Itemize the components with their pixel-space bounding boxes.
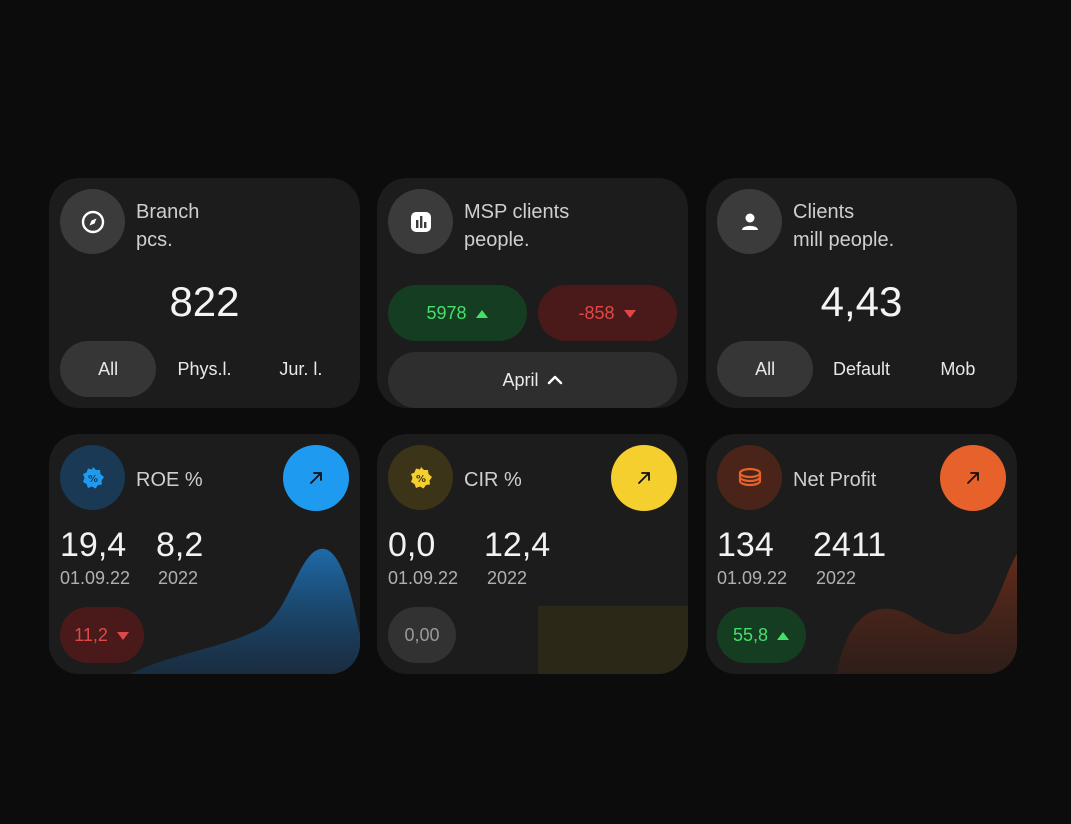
net-profit-value-year: 2411 <box>813 526 887 564</box>
net-profit-date-label: 01.09.22 <box>717 568 788 588</box>
triangle-up-icon <box>776 625 790 646</box>
roe-value-year: 8,2 <box>156 526 204 564</box>
cir-value-year: 12,4 <box>484 526 551 564</box>
arrow-up-right-icon <box>310 472 322 484</box>
card-title: MSP clients people. <box>464 201 570 251</box>
clients-card: Clients mill people. 4,43 All Default Mo… <box>706 178 1017 408</box>
card-title: CIR % <box>464 469 522 491</box>
cir-value-current: 0,0 <box>388 526 436 564</box>
net-profit-area-chart <box>837 554 1017 674</box>
month-selector[interactable]: April <box>388 352 677 408</box>
cir-card: % CIR % 0,0 01.09.22 12,4 2022 0,00 <box>377 434 688 674</box>
percent-badge-icon: % <box>388 445 453 510</box>
tab-all[interactable]: All <box>717 341 814 397</box>
tab-default[interactable]: Default <box>813 341 909 397</box>
card-title: ROE % <box>136 469 203 491</box>
coins-icon <box>717 445 782 510</box>
msp-decrease-badge: -858 <box>538 285 677 341</box>
msp-increase-badge: 5978 <box>388 285 527 341</box>
tab-phys[interactable]: Phys.l. <box>156 341 252 397</box>
clients-filter-tabs: All Default Mob <box>717 341 1006 397</box>
triangle-up-icon <box>475 303 489 324</box>
compass-icon <box>60 189 125 254</box>
chevron-up-icon <box>547 370 563 391</box>
tab-mob[interactable]: Mob <box>910 341 1006 397</box>
arrow-up-right-icon <box>638 472 650 484</box>
svg-text:%: % <box>415 474 425 485</box>
branch-filter-tabs: All Phys.l. Jur. l. <box>60 341 349 397</box>
cir-area-chart <box>538 606 688 674</box>
branch-count: 822 <box>169 278 240 325</box>
svg-text:%: % <box>87 474 97 485</box>
net-profit-card: Net Profit 134 01.09.22 2411 2022 55,8 <box>706 434 1017 674</box>
tab-jur[interactable]: Jur. l. <box>253 341 349 397</box>
triangle-down-icon <box>623 303 637 324</box>
roe-card: % ROE % 19,4 01.09.22 8,2 2022 11,2 <box>49 434 360 674</box>
percent-badge-icon: % <box>60 445 125 510</box>
roe-date-label: 01.09.22 <box>60 568 131 588</box>
open-roe-button[interactable] <box>283 445 349 511</box>
net-profit-year-label: 2022 <box>816 568 857 588</box>
net-profit-value-current: 134 <box>717 526 774 564</box>
card-title: Branch pcs. <box>136 201 200 251</box>
card-title: Clients mill people. <box>793 201 895 251</box>
open-net-profit-button[interactable] <box>940 445 1006 511</box>
tab-all[interactable]: All <box>60 341 157 397</box>
roe-year-label: 2022 <box>158 568 199 588</box>
branch-card: Branch pcs. 822 All Phys.l. Jur. l. <box>49 178 360 408</box>
arrow-up-right-icon <box>967 472 979 484</box>
net-profit-change-badge: 55,8 <box>717 607 806 663</box>
triangle-down-icon <box>116 625 130 646</box>
cir-change-badge: 0,00 <box>388 607 456 663</box>
bar-chart-icon <box>388 189 453 254</box>
roe-change-badge: 11,2 <box>60 607 144 663</box>
roe-value-current: 19,4 <box>60 526 127 564</box>
cir-date-label: 01.09.22 <box>388 568 459 588</box>
open-cir-button[interactable] <box>611 445 677 511</box>
msp-clients-card: MSP clients people. 5978 -858 April <box>377 178 688 408</box>
card-title: Net Profit <box>793 469 877 491</box>
clients-count: 4,43 <box>820 278 903 325</box>
user-icon <box>717 189 782 254</box>
cir-year-label: 2022 <box>487 568 528 588</box>
